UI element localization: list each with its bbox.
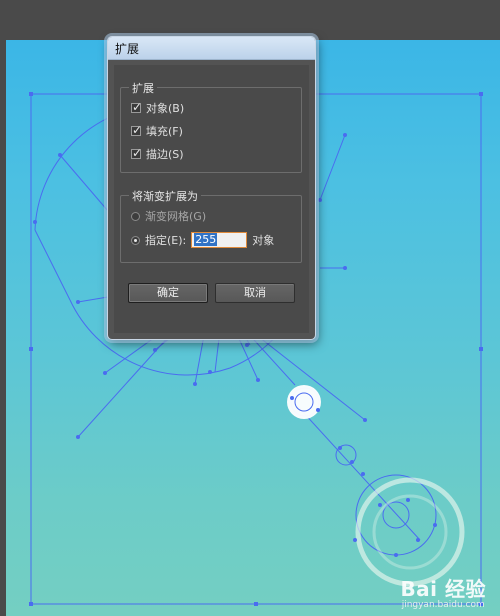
fill-checkbox-row[interactable]: ✓ 填充(F): [131, 123, 183, 139]
specify-objects-input[interactable]: 255: [191, 232, 248, 248]
specify-radio-row[interactable]: 指定(E): 255 对象: [131, 232, 274, 248]
expand-group: 扩展 ✓ 对象(B) ✓ 填充(F) ✓ 描边(S): [120, 80, 302, 173]
gradient-expand-group: 将渐变扩展为 渐变网格(G) 指定(E): 255 对象: [120, 188, 302, 263]
object-checkbox-row[interactable]: ✓ 对象(B): [131, 100, 184, 116]
white-glow-ring: [287, 385, 321, 419]
check-icon: ✓: [132, 146, 143, 160]
gradient-mesh-radio-row[interactable]: 渐变网格(G): [131, 208, 206, 224]
object-checkbox[interactable]: ✓: [131, 100, 143, 114]
dialog-body: 扩展 ✓ 对象(B) ✓ 填充(F) ✓ 描边(S) 将渐变扩展为 渐变网格(G…: [114, 65, 309, 333]
objects-suffix: 对象: [252, 234, 275, 247]
stroke-checkbox-row[interactable]: ✓ 描边(S): [131, 146, 184, 162]
expand-dialog[interactable]: 扩展 扩展 ✓ 对象(B) ✓ 填充(F) ✓ 描边(S) 将渐变扩展为 渐变网…: [107, 36, 316, 340]
specify-radio[interactable]: [131, 235, 140, 245]
gradient-mesh-radio[interactable]: [131, 211, 140, 221]
check-icon: ✓: [132, 123, 143, 137]
dialog-title: 扩展: [115, 42, 140, 56]
specify-objects-value: 255: [194, 233, 218, 246]
watermark-url: jingyan.baidu.com: [401, 600, 485, 610]
stroke-checkbox-label: 描边(S): [146, 148, 184, 161]
stroke-checkbox[interactable]: ✓: [131, 146, 143, 160]
watermark-logo-text: Bai 经验: [400, 577, 486, 601]
fill-checkbox[interactable]: ✓: [131, 123, 143, 137]
check-icon: ✓: [132, 100, 143, 114]
cancel-button[interactable]: 取消: [215, 283, 295, 303]
gradient-group-legend: 将渐变扩展为: [129, 188, 201, 204]
specify-label: 指定(E):: [145, 234, 187, 247]
ok-button[interactable]: 确定: [128, 283, 208, 303]
fill-checkbox-label: 填充(F): [146, 125, 183, 138]
expand-group-legend: 扩展: [129, 80, 157, 96]
gradient-mesh-label: 渐变网格(G): [145, 210, 207, 223]
object-checkbox-label: 对象(B): [146, 102, 185, 115]
dialog-title-bar[interactable]: 扩展: [108, 37, 315, 60]
baidu-jingyan-watermark: Bai 经验 jingyan.baidu.com: [400, 573, 486, 610]
